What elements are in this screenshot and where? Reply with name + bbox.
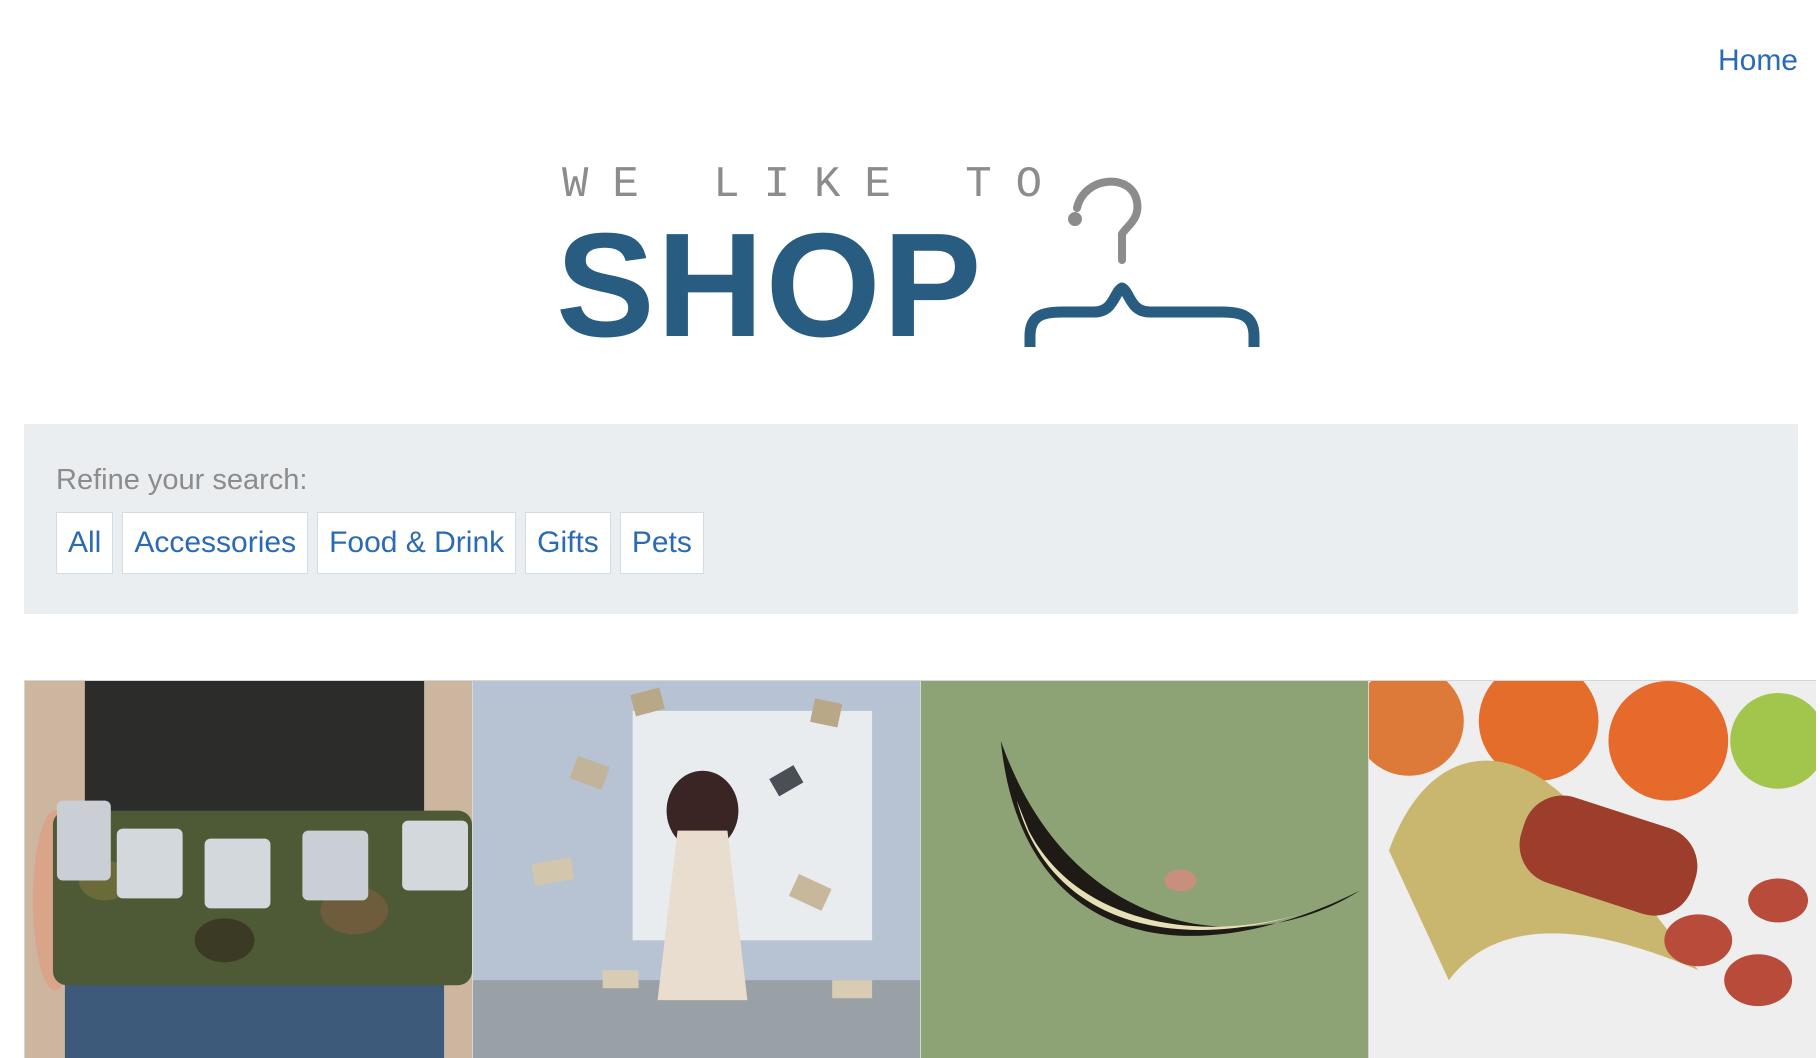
filter-all[interactable]: All [56,512,114,574]
sausage-banana-photo [1369,681,1816,1058]
filter-accessories[interactable]: Accessories [122,512,309,574]
product-card[interactable] [24,680,472,1058]
beer-can-belt-photo [25,681,472,1058]
product-grid [24,680,1820,1058]
site-logo[interactable]: WE LIKE TO SHOP [556,160,1280,360]
filter-pets[interactable]: Pets [619,512,704,574]
product-card[interactable] [920,680,1368,1058]
home-link[interactable]: Home [1718,44,1798,77]
filter-gifts[interactable]: Gifts [525,512,611,574]
filter-panel: Refine your search: All Accessories Food… [24,424,1798,614]
hanger-icon [1024,177,1260,347]
flying-books-photo [473,681,920,1058]
product-card[interactable] [1368,680,1816,1058]
cheshire-cat-grin-photo [921,681,1368,1058]
page: Home WE LIKE TO SHOP Refine your search:… [0,0,1820,1058]
logo-wordmark: SHOP [556,203,984,368]
filter-food-drink[interactable]: Food & Drink [317,512,517,574]
top-nav: Home [1718,44,1798,78]
filter-label: Refine your search: [56,464,308,496]
product-card[interactable] [472,680,920,1058]
filter-chips: All Accessories Food & Drink Gifts Pets [56,512,704,574]
